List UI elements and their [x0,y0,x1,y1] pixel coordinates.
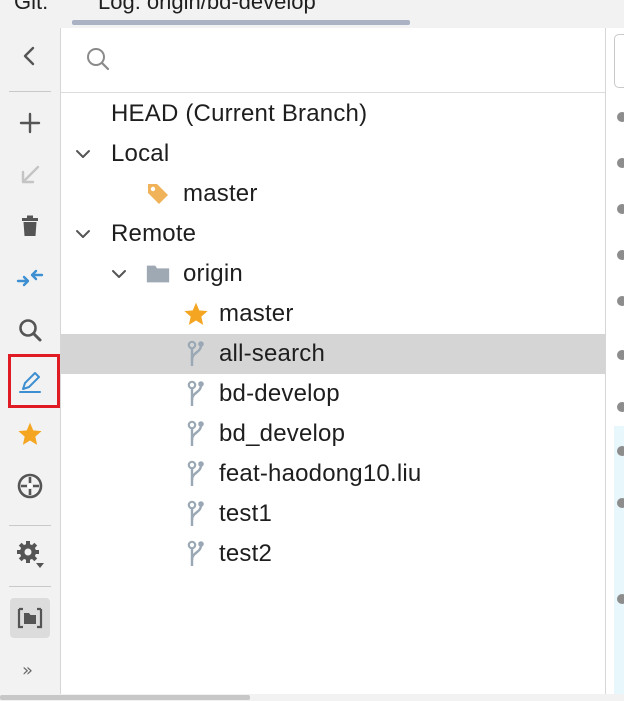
tree-node-remote[interactable]: Remote [61,214,605,254]
branch-icon [183,540,209,567]
tree-item-head[interactable]: HEAD (Current Branch) [61,94,605,134]
remote-origin-label: origin [183,260,243,287]
folder-icon [145,261,171,287]
local-group-label: Local [111,140,170,167]
tree-item-test1[interactable]: test1 [61,494,605,534]
branch-icon [183,460,209,487]
compare-branches-button[interactable] [10,258,50,298]
commit-dot[interactable] [617,350,624,360]
more-actions-button[interactable]: » [22,660,33,681]
branch-search-input[interactable] [121,44,585,76]
expanded-chevron-icon[interactable] [109,264,129,284]
branch-icon [183,380,209,407]
expanded-chevron-icon[interactable] [73,224,93,244]
tree-item-bd_develop[interactable]: bd_develop [61,414,605,454]
search-icon [87,48,110,71]
tree-item-test2[interactable]: test2 [61,534,605,574]
expanded-chevron-icon[interactable] [73,144,93,164]
branches-tree-panel: HEAD (Current Branch) Local master Remot… [61,28,605,694]
collapse-panel-button[interactable] [10,36,50,76]
locate-branch-button[interactable] [10,466,50,506]
group-by-directory-icon [17,607,43,629]
collapse-panel-icon [23,46,35,66]
branch-name: master [219,300,294,327]
highlight-box [8,354,60,408]
branch-name: feat-haodong10.liu [219,460,422,487]
new-branch-icon [19,112,41,134]
branch-name: test2 [219,540,273,567]
branches-toolbar: » [0,28,61,694]
settings-gear-icon [17,541,44,568]
search-icon [19,319,42,342]
toolbar-separator [9,91,51,92]
commit-dot[interactable] [617,446,624,456]
tree-item-local-master[interactable]: master [61,174,605,214]
branch-name: bd-develop [219,380,340,407]
delete-branch-icon [22,215,38,236]
branch-name: master [183,180,258,207]
tree-item-all-search[interactable]: all-search [61,334,605,374]
search-bar [61,28,605,93]
favorite-button[interactable] [10,414,50,454]
favorite-star-icon [18,422,42,445]
settings-button[interactable] [10,534,50,574]
commit-dot[interactable] [617,498,624,508]
locate-branch-icon [17,473,43,499]
commit-dot[interactable] [617,296,624,306]
commit-dot[interactable] [617,594,624,604]
commit-dot[interactable] [617,204,624,214]
branch-name: bd_develop [219,420,346,447]
branch-icon [183,340,209,367]
tree-node-local[interactable]: Local [61,134,605,174]
graph-highlight-lane [614,426,624,694]
tag-icon [145,181,171,207]
commit-dot[interactable] [617,402,624,412]
remote-group-label: Remote [111,220,197,247]
git-tool-window-title: Git: [14,0,49,14]
tab-log-origin-bd-develop[interactable]: Log: origin/bd-develop [98,0,316,15]
toolbar-separator [9,525,51,526]
head-label: HEAD (Current Branch) [111,100,368,127]
commit-dot[interactable] [617,250,624,260]
commit-dot[interactable] [617,112,624,122]
toolbar-separator [9,586,51,587]
group-by-directory-button[interactable] [10,598,50,638]
scrollbar-thumb[interactable] [0,695,250,700]
branch-name: test1 [219,500,273,527]
tree-item-feat-haodong10-liu[interactable]: feat-haodong10.liu [61,454,605,494]
branch-icon [183,500,209,527]
commit-dot[interactable] [617,158,624,168]
tree-item-remote-master[interactable]: master [61,294,605,334]
branch-icon [183,420,209,447]
update-selected-icon [21,165,40,184]
delete-branch-button[interactable] [10,206,50,246]
tree-node-origin[interactable]: origin [61,254,605,294]
horizontal-scrollbar[interactable] [0,694,624,701]
tool-window-header: Git: Log: origin/bd-develop [0,0,624,29]
tree-item-bd-develop[interactable]: bd-develop [61,374,605,414]
update-selected-button[interactable] [10,155,50,195]
compare-branches-icon [16,269,44,287]
search-branches-button[interactable] [10,310,50,350]
git-branches-window: Git: Log: origin/bd-develop » HEAD (Curr… [0,0,624,701]
commit-graph-edge [605,28,624,694]
star-icon [183,301,209,327]
active-tab-indicator [72,20,410,25]
new-branch-button[interactable] [10,103,50,143]
branch-name: all-search [219,340,326,367]
log-filter-field[interactable] [614,34,624,88]
